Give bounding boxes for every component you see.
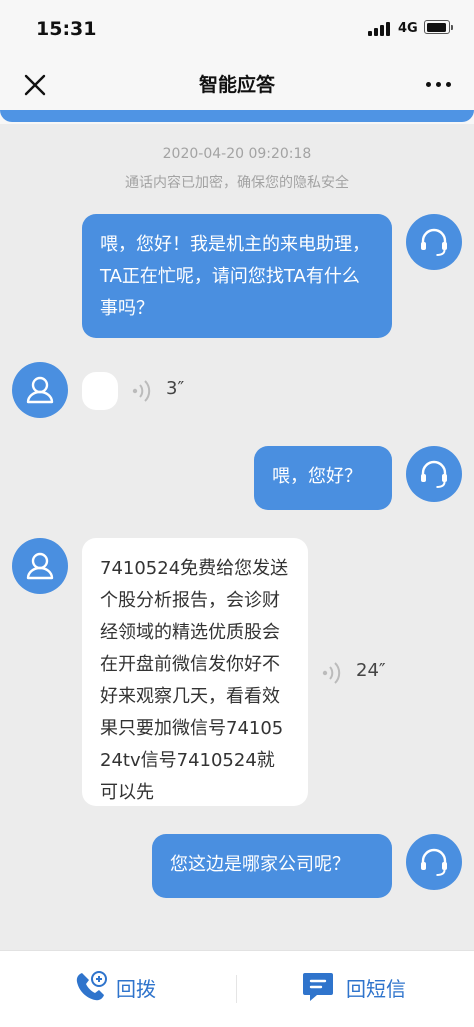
battery-icon — [424, 20, 453, 34]
headset-icon — [408, 836, 460, 888]
bottom-action-bar: 回拨 回短信 — [0, 950, 474, 1027]
assistant-avatar — [406, 214, 462, 270]
message-bubble-caller: 7410524免费给您发送个股分析报告，会诊财经领域的精选优质股会在开盘前微信发… — [82, 538, 308, 806]
callback-label: 回拨 — [116, 977, 156, 1001]
message-bubble-caller — [82, 372, 118, 410]
privacy-note: 通话内容已加密，确保您的隐私安全 — [125, 175, 349, 191]
signal-icon — [368, 22, 392, 36]
network-type: 4G — [398, 21, 418, 36]
headset-icon — [408, 216, 460, 268]
status-time: 15:31 — [36, 18, 97, 40]
assistant-avatar — [406, 834, 462, 890]
nav-bar: 智能应答 — [0, 58, 474, 110]
user-icon — [14, 364, 66, 416]
user-icon — [14, 540, 66, 592]
reply-sms-button[interactable]: 回短信 — [302, 969, 422, 1005]
caller-avatar — [12, 362, 68, 418]
voice-wave-icon — [132, 380, 151, 402]
message-icon — [303, 973, 333, 1001]
voice-duration: 24″ — [356, 660, 386, 681]
assistant-avatar — [406, 446, 462, 502]
callback-button[interactable]: 回拨 — [72, 969, 172, 1005]
headset-icon — [408, 448, 460, 500]
more-dots-icon[interactable] — [426, 82, 452, 88]
chat-timestamp: 2020-04-20 09:20:18 — [162, 146, 312, 162]
voice-duration: 3″ — [166, 378, 185, 399]
message-bubble-assistant: 喂，您好！我是机主的来电助理，TA正在忙呢，请问您找TA有什么事吗？ — [82, 214, 392, 338]
caller-avatar — [12, 538, 68, 594]
chat-area[interactable]: 2020-04-20 09:20:18 通话内容已加密，确保您的隐私安全 喂，您… — [0, 124, 474, 950]
phone-callback-icon — [76, 971, 107, 1001]
voice-wave-icon — [322, 662, 341, 684]
header-accent-strip — [0, 110, 474, 124]
status-bar: 15:31 4G — [0, 0, 474, 58]
message-bubble-assistant: 喂，您好？ — [254, 446, 392, 510]
page-title: 智能应答 — [198, 74, 275, 96]
divider — [236, 975, 237, 1003]
sms-label: 回短信 — [346, 977, 406, 1001]
message-bubble-assistant: 您这边是哪家公司呢？ — [152, 834, 392, 898]
